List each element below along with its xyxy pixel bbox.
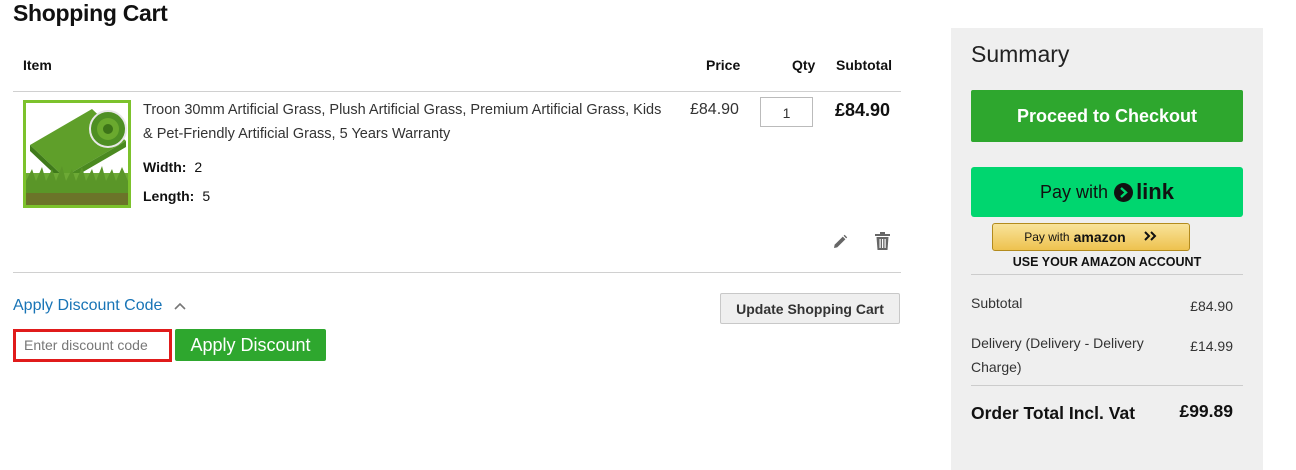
proceed-checkout-button[interactable]: Proceed to Checkout (971, 90, 1243, 142)
header-divider (13, 91, 901, 92)
link-brand-text: link (1136, 179, 1174, 204)
discount-toggle[interactable]: Apply Discount Code (13, 297, 186, 315)
summary-divider (971, 274, 1243, 275)
column-header-item: Item (23, 57, 52, 73)
order-summary: Summary Proceed to Checkout Pay with lin… (951, 28, 1263, 470)
option-label: Width: (143, 159, 187, 175)
option-value: 5 (202, 188, 211, 204)
column-header-subtotal: Subtotal (836, 57, 892, 73)
discount-code-input[interactable]: Enter discount code (13, 329, 172, 362)
summary-delivery-label: Delivery (Delivery - Delivery Charge) (971, 335, 1144, 375)
artificial-grass-image (26, 103, 128, 205)
chevron-up-icon (174, 302, 186, 310)
trash-icon[interactable] (873, 231, 891, 251)
discount-toggle-label: Apply Discount Code (13, 297, 163, 314)
apply-discount-button[interactable]: Apply Discount (175, 329, 326, 361)
update-cart-button[interactable]: Update Shopping Cart (720, 293, 900, 324)
product-image[interactable] (23, 100, 131, 208)
order-total-label: Order Total Incl. Vat (971, 403, 1136, 423)
option-width: Width: 2 (143, 159, 202, 175)
link-pay-with-label: Pay with (1040, 181, 1109, 202)
amazon-caption: USE YOUR AMAZON ACCOUNT (1012, 255, 1202, 269)
amazon-brand-text: amazon (1073, 229, 1126, 245)
cart-divider (13, 272, 901, 273)
pay-with-amazon-button[interactable]: Pay with amazon (992, 223, 1190, 251)
summary-subtotal-value: £84.90 (1190, 298, 1233, 314)
double-chevron-right-icon (1144, 230, 1158, 244)
product-name[interactable]: Troon 30mm Artificial Grass, Plush Artif… (143, 98, 673, 146)
column-header-price: Price (706, 57, 741, 73)
summary-subtotal-label: Subtotal (971, 295, 1023, 311)
link-logo: link (1114, 179, 1174, 205)
item-price: £84.90 (690, 101, 739, 118)
link-arrow-icon (1114, 182, 1134, 202)
option-label: Length: (143, 188, 195, 204)
option-value: 2 (194, 159, 203, 175)
column-header-qty: Qty (792, 57, 816, 73)
amazon-pay-with-label: Pay with (1024, 230, 1070, 244)
summary-title: Summary (971, 41, 1070, 67)
pencil-icon[interactable] (831, 233, 849, 251)
page-title: Shopping Cart (13, 0, 168, 26)
item-subtotal: £84.90 (835, 100, 891, 120)
option-length: Length: 5 (143, 188, 210, 204)
pay-with-link-button[interactable]: Pay with link (971, 167, 1243, 217)
order-total-value: £99.89 (1179, 401, 1233, 421)
summary-delivery-value: £14.99 (1190, 338, 1233, 354)
summary-divider (971, 385, 1243, 386)
quantity-input[interactable]: 1 (760, 97, 813, 127)
